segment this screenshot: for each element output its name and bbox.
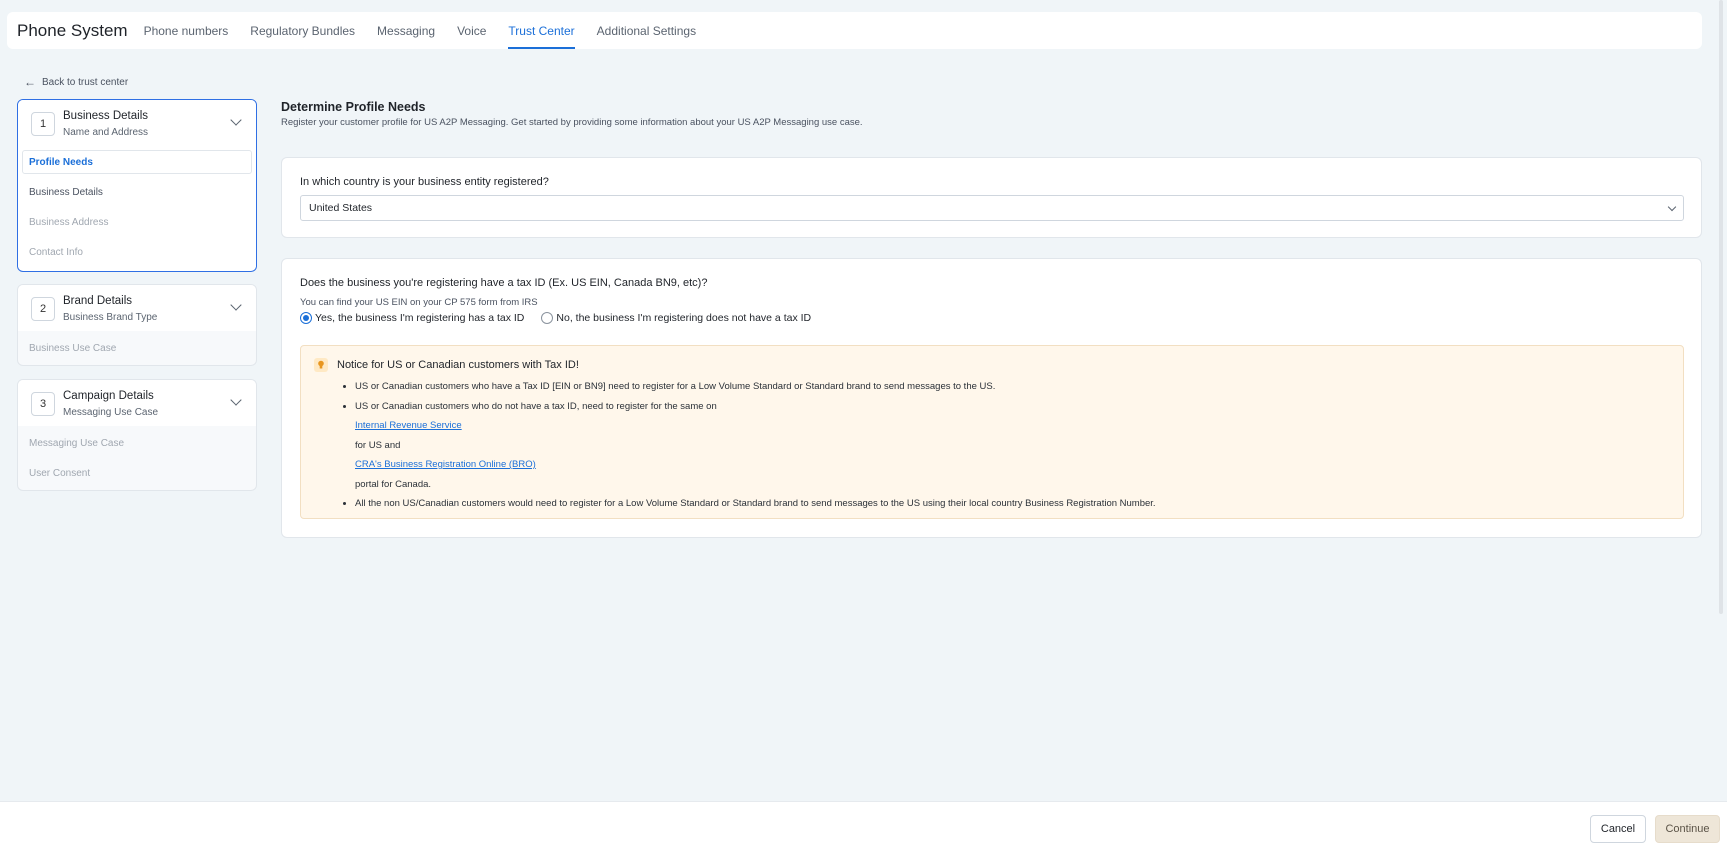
chevron-down-icon[interactable] [230,299,242,311]
sub-item-contact-info[interactable]: Contact Info [18,237,256,267]
tax-id-radio-group: Yes, the business I'm registering has a … [300,312,811,324]
step-business-details: 1 Business Details Name and Address Prof… [17,99,257,272]
app-title: Phone System [17,20,128,40]
arrow-left-icon: ← [24,75,36,89]
step-sub-list: Messaging Use Case User Consent [18,426,256,488]
radio-no-tax-id[interactable] [541,312,554,324]
back-to-trust-center-link[interactable]: ← Back to trust center [24,75,128,89]
notice-item: US or Canadian customers who do not have… [355,397,1156,495]
step-sub-list: Business Use Case [18,331,256,363]
tab-regulatory-bundles[interactable]: Regulatory Bundles [250,12,355,49]
tab-additional-settings[interactable]: Additional Settings [597,12,696,49]
notice-bullet-1: US or Canadian customers who have a Tax … [355,381,996,392]
notice-title: Notice for US or Canadian customers with… [337,359,579,371]
step-subtitle: Messaging Use Case [63,407,159,418]
chevron-down-icon[interactable] [230,114,242,126]
step-header[interactable]: 3 Campaign Details Messaging Use Case [18,380,256,426]
tab-voice[interactable]: Voice [457,12,486,49]
sub-item-business-address[interactable]: Business Address [18,207,256,237]
step-subtitle: Name and Address [63,127,149,138]
sub-item-messaging-use-case[interactable]: Messaging Use Case [18,428,256,458]
tab-trust-center[interactable]: Trust Center [508,12,575,49]
notice-bullet-2-pre: US or Canadian customers who do not have… [355,400,717,412]
page-title: Determine Profile Needs [281,100,426,114]
irs-link[interactable]: Internal Revenue Service [355,416,1156,436]
step-title: Campaign Details [63,390,154,402]
page-scrollbar[interactable] [1719,0,1725,800]
notice-bullet-3: All the non US/Canadian customers would … [355,498,1156,509]
country-panel: In which country is your business entity… [281,157,1702,238]
notice-bullet-2-mid: for US and [355,439,401,451]
tax-question-hint: You can find your US EIN on your CP 575 … [300,297,538,308]
notice-list: US or Canadian customers who have a Tax … [355,377,1156,514]
tab-phone-numbers[interactable]: Phone numbers [144,12,229,49]
lightbulb-icon-svg [318,360,324,369]
step-sub-list: Profile Needs Business Details Business … [18,146,256,267]
sub-item-business-details[interactable]: Business Details [18,177,256,207]
top-nav: Phone System Phone numbers Regulatory Bu… [7,12,1702,49]
chevron-down-icon[interactable] [230,394,242,406]
country-question-label: In which country is your business entity… [300,176,549,188]
cancel-button[interactable]: Cancel [1590,815,1646,843]
tax-question-label: Does the business you're registering hav… [300,277,708,289]
tax-id-notice: Notice for US or Canadian customers with… [300,345,1684,519]
step-header[interactable]: 2 Brand Details Business Brand Type [18,285,256,331]
chevron-down-icon [1667,202,1677,212]
step-title: Business Details [63,110,149,122]
sub-item-user-consent[interactable]: User Consent [18,458,256,488]
step-subtitle: Business Brand Type [63,312,158,323]
radio-yes-tax-id[interactable] [300,312,312,324]
radio-no-label[interactable]: No, the business I'm registering does no… [556,312,811,324]
cra-bro-link[interactable]: CRA's Business Registration Online (BRO) [355,455,1156,475]
country-select-value: United States [309,202,373,214]
notice-item: All the non US/Canadian customers would … [355,494,1156,514]
step-number: 3 [31,392,55,416]
country-select[interactable]: United States [300,195,1684,221]
lightbulb-icon [314,358,328,372]
notice-bullet-2-post: portal for Canada. [355,478,432,490]
main-header: Determine Profile Needs Register your cu… [281,100,1702,128]
step-title: Brand Details [63,295,133,307]
back-link-label: Back to trust center [42,76,129,88]
tab-messaging[interactable]: Messaging [377,12,435,49]
footer-bar: Cancel Continue [0,801,1727,851]
notice-item: US or Canadian customers who have a Tax … [355,377,1156,397]
step-header[interactable]: 1 Business Details Name and Address [18,100,256,146]
step-number: 2 [31,297,55,321]
step-campaign-details: 3 Campaign Details Messaging Use Case Me… [17,379,257,491]
continue-button[interactable]: Continue [1655,815,1720,843]
page-description: Register your customer profile for US A2… [281,117,863,128]
step-number: 1 [31,112,55,136]
step-brand-details: 2 Brand Details Business Brand Type Busi… [17,284,257,366]
tax-id-panel: Does the business you're registering hav… [281,258,1702,538]
sub-item-business-use-case[interactable]: Business Use Case [18,333,256,363]
radio-yes-label[interactable]: Yes, the business I'm registering has a … [315,312,524,324]
sub-item-profile-needs[interactable]: Profile Needs [22,150,252,174]
scrollbar-thumb[interactable] [1719,0,1723,614]
